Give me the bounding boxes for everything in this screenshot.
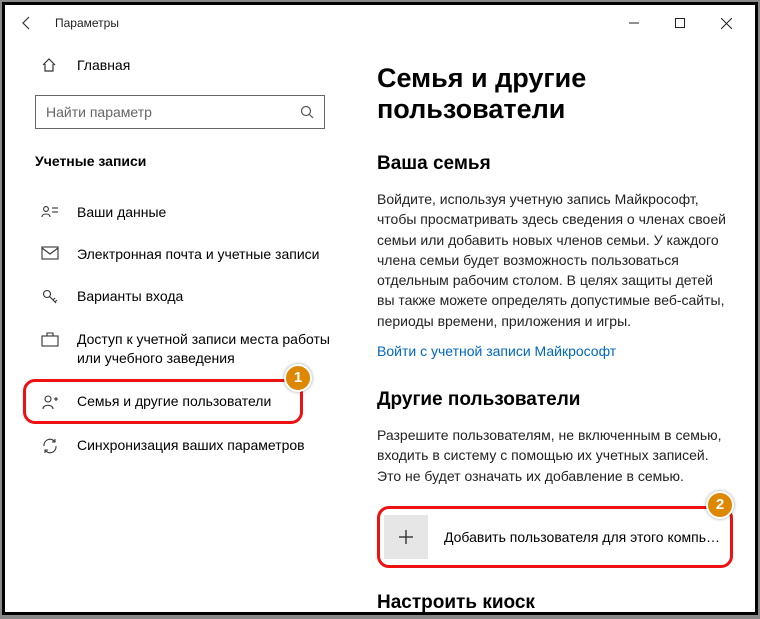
- sync-icon: [41, 437, 59, 455]
- briefcase-icon: [41, 331, 59, 347]
- search-input[interactable]: Найти параметр: [35, 95, 325, 129]
- sidebar-item-sync[interactable]: Синхронизация ваших параметров: [5, 424, 343, 467]
- mail-icon: [41, 246, 59, 260]
- signin-link[interactable]: Войти с учетной записи Майкрософт: [377, 343, 616, 359]
- sidebar: Главная Найти параметр Учетные записи Ва…: [5, 41, 343, 612]
- sidebar-item-label: Синхронизация ваших параметров: [77, 436, 331, 454]
- maximize-button[interactable]: [657, 7, 703, 39]
- family-text: Войдите, используя учетную запись Майкро…: [377, 189, 733, 331]
- titlebar: Параметры: [5, 5, 755, 41]
- kiosk-heading: Настроить киоск: [377, 592, 733, 612]
- sidebar-item-label: Ваши данные: [77, 203, 331, 221]
- sidebar-item-label: Варианты входа: [77, 287, 331, 305]
- sidebar-item-label: Доступ к учетной записи места работы или…: [77, 330, 331, 366]
- close-button[interactable]: [703, 7, 749, 39]
- minimize-button[interactable]: [611, 7, 657, 39]
- back-button[interactable]: [19, 15, 43, 31]
- others-heading: Другие пользователи: [377, 389, 733, 411]
- sidebar-item-signin[interactable]: Варианты входа: [5, 275, 343, 318]
- add-user-label: Добавить пользователя для этого компьюте…: [444, 529, 726, 545]
- others-text: Разрешите пользователям, не включенным в…: [377, 425, 733, 486]
- home-link[interactable]: Главная: [5, 47, 343, 83]
- sidebar-item-label: Семья и другие пользователи: [77, 392, 288, 410]
- home-icon: [41, 57, 59, 73]
- sidebar-section: Учетные записи: [5, 141, 343, 183]
- annotation-badge-2: 2: [706, 491, 734, 519]
- key-icon: [41, 288, 59, 306]
- sidebar-item-your-info[interactable]: Ваши данные: [5, 191, 343, 233]
- add-user-button[interactable]: Добавить пользователя для этого компьюте…: [384, 513, 726, 561]
- home-label: Главная: [77, 57, 130, 73]
- sidebar-item-email[interactable]: Электронная почта и учетные записи: [5, 233, 343, 275]
- person-card-icon: [41, 204, 59, 220]
- search-icon: [300, 105, 314, 119]
- family-icon: [41, 393, 59, 411]
- sidebar-item-label: Электронная почта и учетные записи: [77, 245, 331, 263]
- family-heading: Ваша семья: [377, 153, 733, 175]
- content-pane: Семья и другие пользователи Ваша семья В…: [343, 41, 755, 612]
- search-placeholder: Найти параметр: [46, 104, 152, 120]
- plus-icon: [384, 515, 428, 559]
- annotation-badge-1: 1: [284, 364, 312, 392]
- sidebar-item-family[interactable]: Семья и другие пользователи 1: [23, 379, 303, 424]
- window-title: Параметры: [55, 16, 119, 30]
- page-heading: Семья и другие пользователи: [377, 63, 733, 125]
- window-controls: [611, 7, 749, 39]
